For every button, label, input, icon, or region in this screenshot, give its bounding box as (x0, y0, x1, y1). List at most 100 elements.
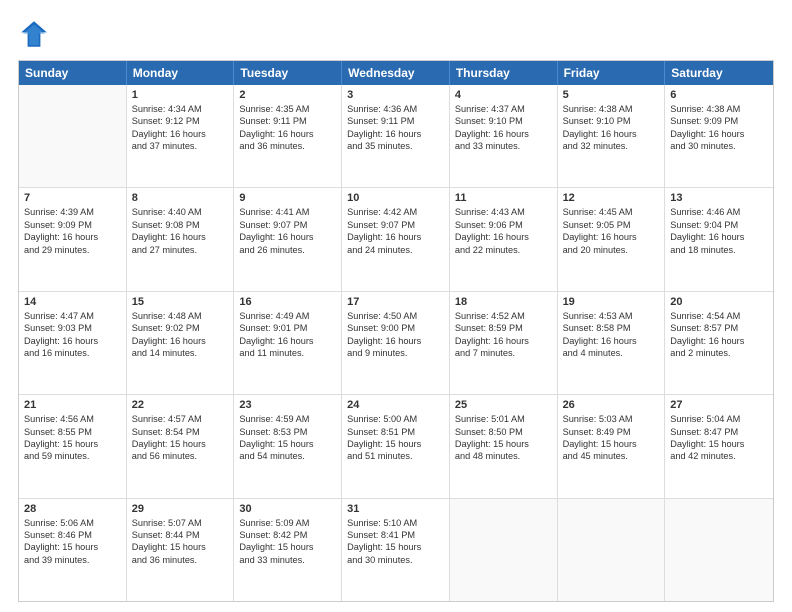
cell-text: Sunrise: 5:04 AMSunset: 8:47 PMDaylight:… (670, 413, 768, 463)
calendar-cell: 9 Sunrise: 4:41 AMSunset: 9:07 PMDaylight… (234, 188, 342, 290)
cell-text: Sunrise: 5:10 AMSunset: 8:41 PMDaylight:… (347, 517, 444, 567)
calendar-cell: 22 Sunrise: 4:57 AMSunset: 8:54 PMDayligh… (127, 395, 235, 497)
cell-text: Sunrise: 4:38 AMSunset: 9:10 PMDaylight:… (563, 103, 660, 153)
day-number: 1 (132, 89, 229, 101)
calendar-cell: 4 Sunrise: 4:37 AMSunset: 9:10 PMDaylight… (450, 85, 558, 187)
cell-text: Sunrise: 4:37 AMSunset: 9:10 PMDaylight:… (455, 103, 552, 153)
calendar-cell: 6 Sunrise: 4:38 AMSunset: 9:09 PMDaylight… (665, 85, 773, 187)
day-number: 8 (132, 192, 229, 204)
cell-text: Sunrise: 4:41 AMSunset: 9:07 PMDaylight:… (239, 206, 336, 256)
calendar-cell: 2Sunrise: 4:35 AMSunset: 9:11 PMDaylight… (234, 85, 342, 187)
calendar-header-cell: Sunday (19, 61, 127, 85)
calendar-cell: 30Sunrise: 5:09 AMSunset: 8:42 PMDayligh… (234, 499, 342, 601)
logo (18, 18, 54, 50)
day-number: 18 (455, 296, 552, 308)
calendar-cell: 23 Sunrise: 4:59 AMSunset: 8:53 PMDayligh… (234, 395, 342, 497)
calendar-header-cell: Thursday (450, 61, 558, 85)
day-number: 13 (670, 192, 768, 204)
cell-text: Sunrise: 5:09 AMSunset: 8:42 PMDaylight:… (239, 517, 336, 567)
cell-text: Sunrise: 5:06 AMSunset: 8:46 PMDaylight:… (24, 517, 121, 567)
calendar-cell: 8 Sunrise: 4:40 AMSunset: 9:08 PMDaylight… (127, 188, 235, 290)
day-number: 21 (24, 399, 121, 411)
calendar-cell: 17 Sunrise: 4:50 AMSunset: 9:00 PMDayligh… (342, 292, 450, 394)
day-number: 24 (347, 399, 444, 411)
calendar-cell: 31 Sunrise: 5:10 AMSunset: 8:41 PMDayligh… (342, 499, 450, 601)
calendar-cell: 14 Sunrise: 4:47 AMSunset: 9:03 PMDayligh… (19, 292, 127, 394)
day-number: 27 (670, 399, 768, 411)
day-number: 12 (563, 192, 660, 204)
page: SundayMondayTuesdayWednesdayThursdayFrid… (0, 0, 792, 612)
day-number: 31 (347, 503, 444, 515)
calendar-cell: 15 Sunrise: 4:48 AMSunset: 9:02 PMDayligh… (127, 292, 235, 394)
day-number: 20 (670, 296, 768, 308)
calendar-cell: 11Sunrise: 4:43 AMSunset: 9:06 PMDayligh… (450, 188, 558, 290)
calendar-row: 1Sunrise: 4:34 AMSunset: 9:12 PMDaylight… (19, 85, 773, 188)
cell-text: Sunrise: 4:36 AMSunset: 9:11 PMDaylight:… (347, 103, 444, 153)
day-number: 11 (455, 192, 552, 204)
cell-text: Sunrise: 5:07 AMSunset: 8:44 PMDaylight:… (132, 517, 229, 567)
calendar-cell: 25Sunrise: 5:01 AMSunset: 8:50 PMDayligh… (450, 395, 558, 497)
calendar-row: 7 Sunrise: 4:39 AMSunset: 9:09 PMDaylight… (19, 188, 773, 291)
cell-text: Sunrise: 4:39 AMSunset: 9:09 PMDaylight:… (24, 206, 121, 256)
cell-text: Sunrise: 4:38 AMSunset: 9:09 PMDaylight:… (670, 103, 768, 153)
calendar-cell: 21 Sunrise: 4:56 AMSunset: 8:55 PMDayligh… (19, 395, 127, 497)
calendar-cell: 7 Sunrise: 4:39 AMSunset: 9:09 PMDaylight… (19, 188, 127, 290)
day-number: 23 (239, 399, 336, 411)
cell-text: Sunrise: 4:42 AMSunset: 9:07 PMDaylight:… (347, 206, 444, 256)
cell-text: Sunrise: 5:01 AMSunset: 8:50 PMDaylight:… (455, 413, 552, 463)
cell-text: Sunrise: 4:49 AMSunset: 9:01 PMDaylight:… (239, 310, 336, 360)
day-number: 3 (347, 89, 444, 101)
calendar-cell: 28 Sunrise: 5:06 AMSunset: 8:46 PMDayligh… (19, 499, 127, 601)
calendar-cell: 19 Sunrise: 4:53 AMSunset: 8:58 PMDayligh… (558, 292, 666, 394)
day-number: 10 (347, 192, 444, 204)
day-number: 6 (670, 89, 768, 101)
calendar-cell: 18 Sunrise: 4:52 AMSunset: 8:59 PMDayligh… (450, 292, 558, 394)
cell-text: Sunrise: 4:56 AMSunset: 8:55 PMDaylight:… (24, 413, 121, 463)
calendar-header-cell: Tuesday (234, 61, 342, 85)
cell-text: Sunrise: 4:40 AMSunset: 9:08 PMDaylight:… (132, 206, 229, 256)
day-number: 29 (132, 503, 229, 515)
calendar-row: 28 Sunrise: 5:06 AMSunset: 8:46 PMDayligh… (19, 499, 773, 601)
calendar-cell: 26Sunrise: 5:03 AMSunset: 8:49 PMDayligh… (558, 395, 666, 497)
cell-text: Sunrise: 4:48 AMSunset: 9:02 PMDaylight:… (132, 310, 229, 360)
day-number: 7 (24, 192, 121, 204)
calendar-header-cell: Monday (127, 61, 235, 85)
calendar-cell: 29 Sunrise: 5:07 AMSunset: 8:44 PMDayligh… (127, 499, 235, 601)
day-number: 5 (563, 89, 660, 101)
calendar-cell (19, 85, 127, 187)
calendar-header-cell: Wednesday (342, 61, 450, 85)
cell-text: Sunrise: 5:03 AMSunset: 8:49 PMDaylight:… (563, 413, 660, 463)
calendar-header-cell: Friday (558, 61, 666, 85)
day-number: 15 (132, 296, 229, 308)
calendar-cell (558, 499, 666, 601)
cell-text: Sunrise: 5:00 AMSunset: 8:51 PMDaylight:… (347, 413, 444, 463)
cell-text: Sunrise: 4:57 AMSunset: 8:54 PMDaylight:… (132, 413, 229, 463)
cell-text: Sunrise: 4:59 AMSunset: 8:53 PMDaylight:… (239, 413, 336, 463)
calendar-cell: 16Sunrise: 4:49 AMSunset: 9:01 PMDayligh… (234, 292, 342, 394)
calendar-cell: 5 Sunrise: 4:38 AMSunset: 9:10 PMDaylight… (558, 85, 666, 187)
day-number: 14 (24, 296, 121, 308)
header (18, 18, 774, 50)
calendar-cell: 27 Sunrise: 5:04 AMSunset: 8:47 PMDayligh… (665, 395, 773, 497)
calendar-row: 21 Sunrise: 4:56 AMSunset: 8:55 PMDayligh… (19, 395, 773, 498)
day-number: 28 (24, 503, 121, 515)
calendar-cell: 12Sunrise: 4:45 AMSunset: 9:05 PMDayligh… (558, 188, 666, 290)
day-number: 9 (239, 192, 336, 204)
calendar-cell: 20 Sunrise: 4:54 AMSunset: 8:57 PMDayligh… (665, 292, 773, 394)
day-number: 19 (563, 296, 660, 308)
calendar-body: 1Sunrise: 4:34 AMSunset: 9:12 PMDaylight… (19, 85, 773, 601)
calendar-header-cell: Saturday (665, 61, 773, 85)
day-number: 2 (239, 89, 336, 101)
calendar-row: 14 Sunrise: 4:47 AMSunset: 9:03 PMDayligh… (19, 292, 773, 395)
cell-text: Sunrise: 4:52 AMSunset: 8:59 PMDaylight:… (455, 310, 552, 360)
day-number: 22 (132, 399, 229, 411)
logo-icon (18, 18, 50, 50)
cell-text: Sunrise: 4:53 AMSunset: 8:58 PMDaylight:… (563, 310, 660, 360)
cell-text: Sunrise: 4:50 AMSunset: 9:00 PMDaylight:… (347, 310, 444, 360)
cell-text: Sunrise: 4:47 AMSunset: 9:03 PMDaylight:… (24, 310, 121, 360)
cell-text: Sunrise: 4:54 AMSunset: 8:57 PMDaylight:… (670, 310, 768, 360)
calendar-cell (450, 499, 558, 601)
calendar-cell: 10 Sunrise: 4:42 AMSunset: 9:07 PMDayligh… (342, 188, 450, 290)
day-number: 17 (347, 296, 444, 308)
day-number: 4 (455, 89, 552, 101)
